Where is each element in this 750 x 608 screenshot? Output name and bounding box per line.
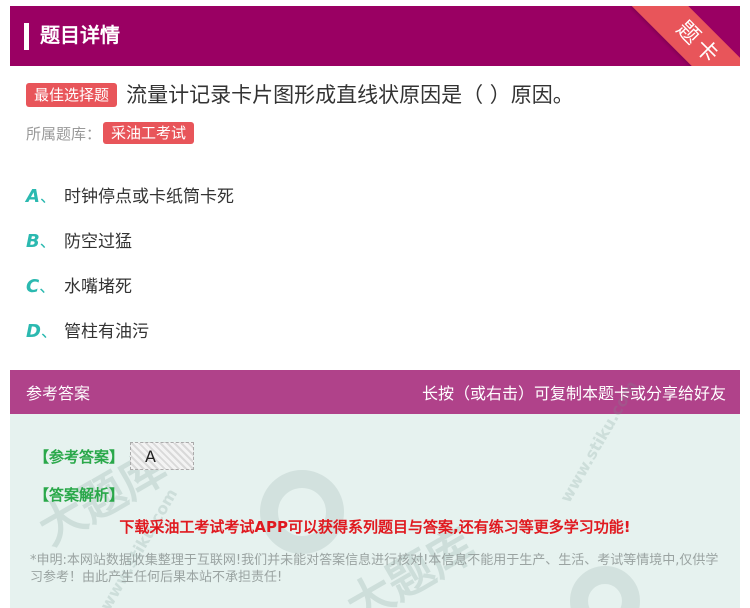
corner-ribbon-label: 题卡 — [630, 6, 740, 66]
option-c[interactable]: C、 水嘴堵死 — [26, 262, 726, 307]
option-a[interactable]: A、 时钟停点或卡纸筒卡死 — [26, 172, 726, 217]
option-letter: D、 — [26, 320, 57, 342]
question-text: 流量计记录卡片图形成直线状原因是（ ）原因。 — [126, 83, 574, 107]
answer-panel-title: 参考答案 — [26, 384, 91, 403]
watermark-logo — [260, 470, 344, 554]
question-type-badge: 最佳选择题 — [26, 83, 118, 107]
page-title: 题目详情 — [40, 23, 120, 47]
question-stem: 最佳选择题 流量计记录卡片图形成直线状原因是（ ）原因。 — [26, 80, 736, 110]
option-letter: B、 — [26, 230, 56, 252]
option-text: 防空过猛 — [64, 232, 132, 252]
reference-answer-row: 【参考答案】 A — [34, 442, 195, 470]
option-d[interactable]: D、 管柱有油污 — [26, 307, 726, 352]
header-accent-bar — [24, 23, 29, 50]
option-text: 水嘴堵死 — [64, 277, 132, 297]
question-bank-row: 所属题库： 采油工考试 — [26, 121, 195, 145]
corner-ribbon: 题卡 — [630, 6, 740, 66]
reference-answer-label: 【参考答案】 — [34, 447, 125, 466]
option-text: 管柱有油污 — [64, 322, 149, 342]
option-letter: C、 — [26, 275, 56, 297]
reference-answer-value: A — [130, 442, 195, 470]
disclaimer-text: *申明:本网站数据收集整理于互联网!我们并未能对答案信息进行核对!本信息不能用于… — [30, 553, 719, 585]
answer-panel[interactable]: 参考答案 长按（或右击）可复制本题卡或分享给好友 大题库 大题库 www.sti… — [10, 370, 740, 608]
option-text: 时钟停点或卡纸筒卡死 — [64, 187, 234, 207]
analysis-label: 【答案解析】 — [34, 486, 125, 504]
bank-label: 所属题库： — [26, 124, 102, 143]
answer-panel-header: 参考答案 长按（或右击）可复制本题卡或分享给好友 — [10, 370, 740, 414]
bank-tag[interactable]: 采油工考试 — [103, 122, 195, 144]
options-list: A、 时钟停点或卡纸筒卡死 B、 防空过猛 C、 水嘴堵死 D、 管柱有油污 — [26, 172, 726, 352]
app-download-link[interactable]: 下载采油工考试考试APP可以获得系列题目与答案,还有练习等更多学习功能! — [10, 516, 740, 537]
page-header: 题目详情 题卡 — [10, 6, 740, 66]
share-hint: 长按（或右击）可复制本题卡或分享给好友 — [421, 384, 726, 403]
option-letter: A、 — [26, 185, 56, 207]
option-b[interactable]: B、 防空过猛 — [26, 217, 726, 262]
